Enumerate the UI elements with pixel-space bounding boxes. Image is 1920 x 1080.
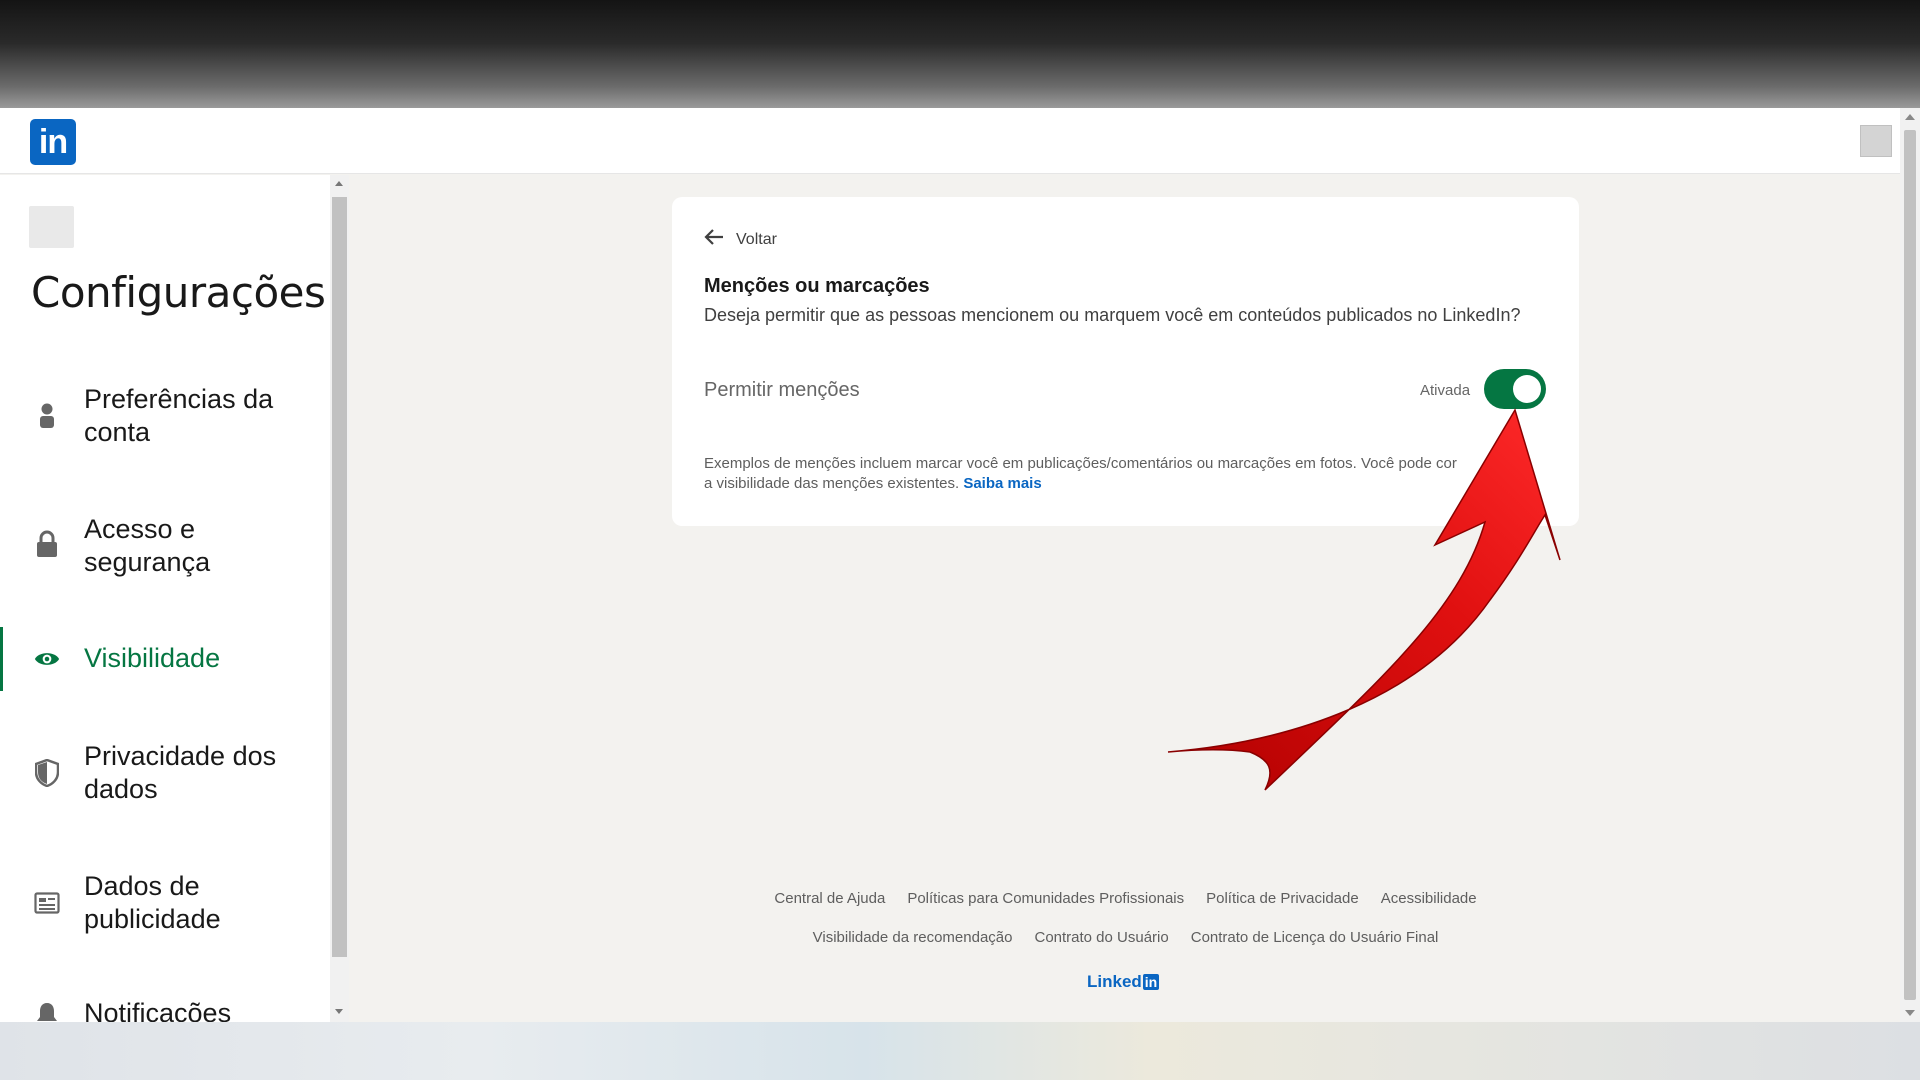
shield-icon — [34, 759, 60, 787]
footer-link-privacy-policy[interactable]: Política de Privacidade — [1206, 890, 1359, 907]
ad-data-icon — [34, 890, 60, 916]
help-note-line1-tail: r — [1451, 455, 1457, 472]
eye-icon — [34, 646, 60, 672]
arrow-left-icon — [704, 229, 724, 250]
sidebar-item-label: Acesso e segurança — [84, 514, 211, 577]
person-icon — [34, 403, 60, 429]
help-note-line1: Exemplos de menções incluem marcar você … — [704, 455, 1452, 472]
footer-link-help-center[interactable]: Central de Ajuda — [774, 890, 885, 907]
page-title: Configurações — [31, 268, 326, 317]
sidebar-avatar — [29, 206, 74, 248]
footer-link-recommendation-visibility[interactable]: Visibilidade da recomendação — [813, 929, 1013, 946]
sidebar-item-label: Preferências da conta — [84, 384, 274, 447]
lock-icon — [34, 530, 60, 557]
footer-link-eula[interactable]: Contrato de Licença do Usuário Final — [1191, 929, 1439, 946]
footer-link-accessibility[interactable]: Acessibilidade — [1381, 890, 1477, 907]
desktop-top-band — [0, 0, 1920, 108]
help-note: Exemplos de menções incluem marcar você … — [704, 454, 1544, 494]
footer-linkedin-logo: Linked in — [1087, 972, 1160, 992]
bell-icon — [34, 1001, 60, 1022]
sidebar-item-data-privacy[interactable]: Privacidade dos dados — [0, 737, 330, 809]
sidebar-item-label: Privacidade dos dados — [84, 741, 277, 804]
scroll-down-arrow-icon[interactable] — [1905, 1010, 1915, 1016]
settings-sidebar: Configurações Preferências da conta Aces… — [0, 175, 330, 1022]
app-header: in — [0, 108, 1900, 174]
sidebar-item-advertising-data[interactable]: Dados de publicidade — [0, 867, 330, 939]
allow-mentions-toggle[interactable] — [1484, 369, 1546, 409]
scrollbar-thumb[interactable] — [1904, 130, 1916, 1000]
back-label: Voltar — [736, 230, 777, 248]
toggle-label: Permitir menções — [704, 379, 860, 401]
sidebar-item-sign-in-security[interactable]: Acesso e segurança — [0, 510, 330, 582]
sidebar-scrollbar[interactable] — [330, 175, 349, 1022]
page-scrollbar[interactable] — [1900, 108, 1920, 1022]
sidebar-item-notifications[interactable]: Notificações — [0, 997, 330, 1022]
scrollbar-thumb[interactable] — [332, 197, 347, 957]
learn-more-link[interactable]: Saiba mais — [963, 475, 1041, 492]
footer: Central de Ajuda Políticas para Comunida… — [672, 890, 1579, 991]
section-description: Deseja permitir que as pessoas mencionem… — [704, 305, 1521, 325]
section-title: Menções ou marcações — [704, 275, 930, 297]
scroll-up-arrow-icon[interactable] — [1905, 114, 1915, 120]
scroll-up-arrow-icon[interactable] — [335, 181, 343, 186]
desktop-bottom-band — [0, 1022, 1920, 1080]
footer-brand-text: Linked — [1087, 972, 1142, 991]
scroll-down-arrow-icon[interactable] — [335, 1009, 343, 1014]
help-note-line2: a visibilidade das menções existentes. — [704, 475, 960, 492]
toggle-knob — [1513, 375, 1541, 403]
sidebar-item-label: Visibilidade — [84, 643, 221, 673]
footer-brand-box: in — [1142, 974, 1160, 990]
sidebar-item-visibility[interactable]: Visibilidade — [0, 627, 330, 691]
sidebar-item-label: Dados de publicidade — [84, 871, 221, 934]
sidebar-item-account-preferences[interactable]: Preferências da conta — [0, 380, 330, 452]
toggle-state-text: Ativada — [1420, 382, 1471, 399]
linkedin-logo[interactable]: in — [30, 119, 76, 165]
footer-links-row-2: Visibilidade da recomendação Contrato do… — [672, 929, 1579, 946]
profile-avatar[interactable] — [1860, 125, 1892, 157]
back-link[interactable]: Voltar — [704, 229, 777, 250]
footer-link-user-agreement[interactable]: Contrato do Usuário — [1034, 929, 1168, 946]
sidebar-item-label: Notificações — [84, 998, 232, 1022]
footer-links-row-1: Central de Ajuda Políticas para Comunida… — [672, 890, 1579, 907]
mentions-settings-card: Voltar Menções ou marcações Deseja permi… — [672, 197, 1579, 526]
footer-link-community-policies[interactable]: Políticas para Comunidades Profissionais — [907, 890, 1184, 907]
